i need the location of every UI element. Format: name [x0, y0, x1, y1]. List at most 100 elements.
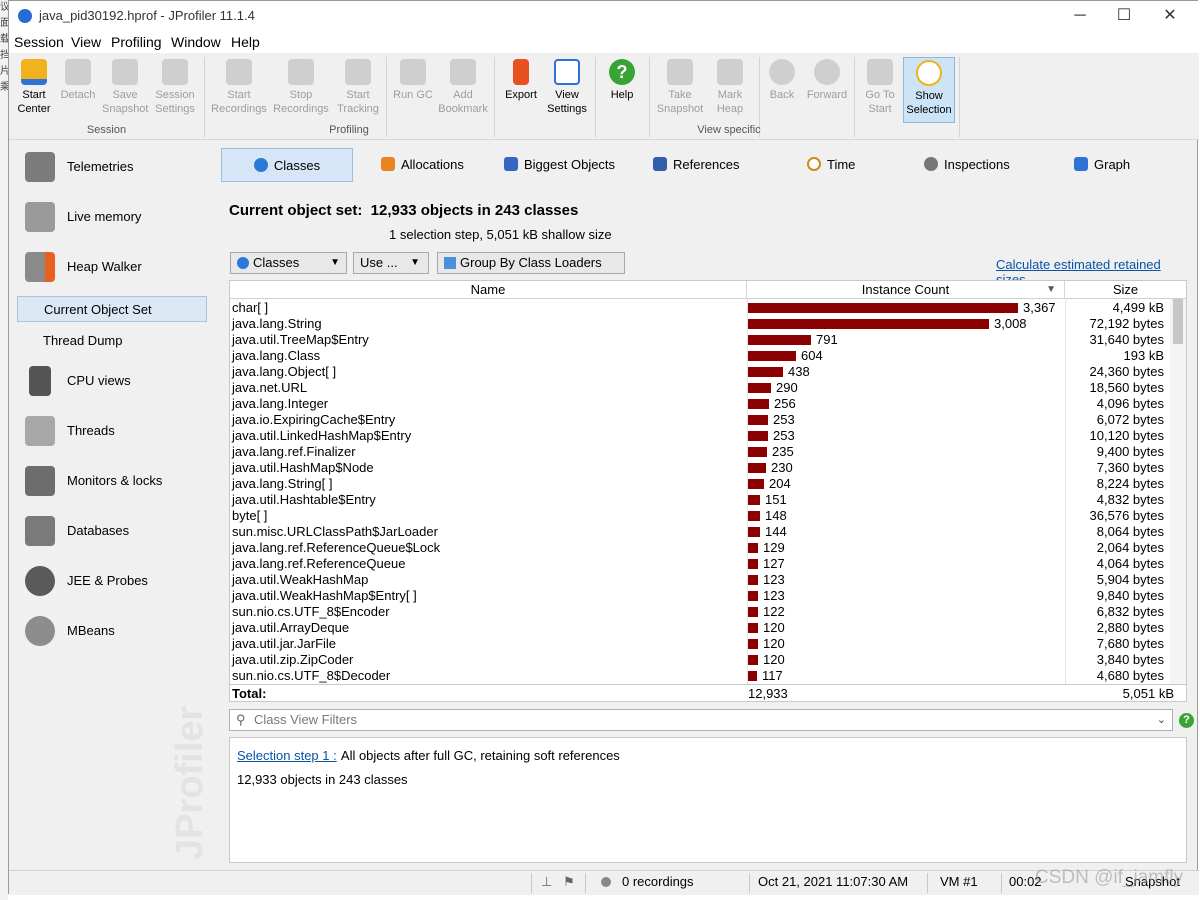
sidebar-item-heap-walker[interactable]: Heap Walker: [17, 246, 213, 290]
toolbar-separator: [854, 57, 855, 137]
sidebar-item-mbeans[interactable]: MBeans: [17, 610, 213, 654]
forward-button[interactable]: Forward: [804, 57, 850, 123]
start-tracking-button[interactable]: Start Tracking: [333, 57, 383, 123]
close-button[interactable]: ✕: [1155, 5, 1185, 27]
table-row[interactable]: java.util.WeakHashMap 123 5,904 bytes: [230, 572, 1186, 588]
table-row[interactable]: java.util.LinkedHashMap$Entry 253 10,120 b…: [230, 428, 1186, 444]
instance-count-cell: 791: [816, 332, 838, 347]
help-icon: ?: [609, 59, 635, 85]
table-row[interactable]: java.lang.String 3,008 72,192 bytes: [230, 316, 1186, 332]
table-row[interactable]: byte[ ] 148 36,576 bytes: [230, 508, 1186, 524]
class-view-filter-input[interactable]: ⚲ Class View Filters ⌄: [229, 709, 1173, 731]
table-row[interactable]: sun.nio.cs.UTF_8$Encoder 122 6,832 bytes: [230, 604, 1186, 620]
session-settings-icon: [162, 59, 188, 85]
class-name-cell: java.io.ExpiringCache$Entry: [232, 412, 396, 427]
tab-classes[interactable]: Classes: [221, 148, 353, 182]
toolbar: Start Center Detach Save Snapshot Session S…: [9, 53, 1199, 140]
sidebar-item-jee-probes[interactable]: JEE & Probes: [17, 560, 213, 604]
group-by-class-loaders-button[interactable]: Group By Class Loaders: [437, 252, 625, 274]
table-scrollbar[interactable]: [1170, 299, 1186, 684]
instance-count-bar: [748, 607, 758, 617]
detach-button[interactable]: Detach: [55, 57, 101, 123]
run-gc-icon: [400, 59, 426, 85]
minimize-button[interactable]: ─: [1065, 5, 1095, 27]
go-to-start-button[interactable]: Go To Start: [857, 57, 903, 123]
start-center-button[interactable]: Start Center: [11, 57, 57, 123]
export-button[interactable]: Export: [498, 57, 544, 123]
menu-help[interactable]: Help: [231, 34, 260, 50]
status-divider: [1001, 873, 1002, 893]
table-row[interactable]: sun.misc.URLClassPath$JarLoader 144 8,064 …: [230, 524, 1186, 540]
menu-profiling[interactable]: Profiling: [111, 34, 162, 50]
use-button[interactable]: Use ... ▼: [353, 252, 429, 274]
tab-time[interactable]: Time: [807, 148, 855, 182]
flag-icon[interactable]: ⚑: [563, 871, 575, 893]
filter-help-icon[interactable]: ?: [1179, 713, 1194, 728]
selection-step-link[interactable]: Selection step 1 :: [237, 748, 337, 763]
pin-icon[interactable]: ⊥: [541, 871, 552, 893]
maximize-button[interactable]: ☐: [1109, 5, 1139, 27]
session-settings-button[interactable]: Session Settings: [152, 57, 198, 123]
table-row[interactable]: java.util.jar.JarFile 120 7,680 bytes: [230, 636, 1186, 652]
save-snapshot-button[interactable]: Save Snapshot: [102, 57, 148, 123]
take-snapshot-button[interactable]: Take Snapshot: [654, 57, 706, 123]
size-cell: 2,880 bytes: [1096, 620, 1164, 635]
classes-dropdown[interactable]: Classes ▼: [230, 252, 347, 274]
column-header-size[interactable]: Size: [1065, 281, 1186, 299]
table-row[interactable]: java.util.TreeMap$Entry 791 31,640 bytes: [230, 332, 1186, 348]
table-row[interactable]: java.util.ArrayDeque 120 2,880 bytes: [230, 620, 1186, 636]
table-row[interactable]: java.lang.Class 604 193 kB: [230, 348, 1186, 364]
menu-session[interactable]: Session: [14, 34, 64, 50]
table-row[interactable]: java.lang.ref.Finalizer 235 9,400 bytes: [230, 444, 1186, 460]
table-row[interactable]: java.lang.Object[ ] 438 24,360 bytes: [230, 364, 1186, 380]
help-button[interactable]: ? Help: [599, 57, 645, 123]
column-header-name[interactable]: Name: [230, 281, 747, 299]
class-name-cell: sun.nio.cs.UTF_8$Encoder: [232, 604, 390, 619]
table-row[interactable]: java.util.HashMap$Node 230 7,360 bytes: [230, 460, 1186, 476]
show-selection-button[interactable]: Show Selection: [903, 57, 955, 123]
table-row[interactable]: java.util.WeakHashMap$Entry[ ] 123 9,840 b…: [230, 588, 1186, 604]
view-settings-button[interactable]: View Settings: [544, 57, 590, 123]
instance-count-cell: 123: [763, 572, 785, 587]
sidebar-item-telemetries[interactable]: Telemetries: [17, 146, 213, 190]
tab-allocations[interactable]: Allocations: [381, 148, 464, 182]
tab-biggest-objects[interactable]: Biggest Objects: [504, 148, 615, 182]
sidebar-item-databases[interactable]: Databases: [17, 510, 213, 554]
menu-window[interactable]: Window: [171, 34, 221, 50]
stop-recordings-button[interactable]: Stop Recordings: [271, 57, 331, 123]
sidebar-subitem-thread-dump[interactable]: Thread Dump: [17, 328, 207, 354]
table-row[interactable]: java.lang.Integer 256 4,096 bytes: [230, 396, 1186, 412]
sidebar-item-threads[interactable]: Threads: [17, 410, 213, 454]
menu-view[interactable]: View: [71, 34, 101, 50]
sidebar-item-live-memory[interactable]: Live memory: [17, 196, 213, 240]
sidebar-item-monitors-locks[interactable]: Monitors & locks: [17, 460, 213, 504]
run-gc-button[interactable]: Run GC: [390, 57, 436, 123]
table-row[interactable]: java.lang.ref.ReferenceQueue$Lock 129 2,06…: [230, 540, 1186, 556]
table-row[interactable]: java.lang.String[ ] 204 8,224 bytes: [230, 476, 1186, 492]
chevron-down-icon[interactable]: ⌄: [1157, 710, 1166, 730]
tab-inspections[interactable]: Inspections: [924, 148, 1010, 182]
sidebar-subitem-current-object-set[interactable]: Current Object Set: [17, 296, 207, 322]
table-row[interactable]: char[ ] 3,367 4,499 kB: [230, 300, 1186, 316]
table-row[interactable]: java.net.URL 290 18,560 bytes: [230, 380, 1186, 396]
mark-heap-button[interactable]: Mark Heap: [707, 57, 753, 123]
start-recordings-button[interactable]: Start Recordings: [209, 57, 269, 123]
tab-graph[interactable]: Graph: [1074, 148, 1130, 182]
table-scrollbar-thumb[interactable]: [1173, 299, 1183, 344]
back-button[interactable]: Back: [759, 57, 805, 123]
size-cell: 8,064 bytes: [1096, 524, 1164, 539]
group-icon: [444, 257, 456, 269]
tab-references[interactable]: References: [653, 148, 739, 182]
table-row[interactable]: java.io.ExpiringCache$Entry 253 6,072 byte…: [230, 412, 1186, 428]
class-name-cell: java.util.Hashtable$Entry: [232, 492, 376, 507]
instance-count-cell: 120: [763, 652, 785, 667]
table-row[interactable]: sun.nio.cs.UTF_8$Decoder 117 4,680 bytes: [230, 668, 1186, 684]
instance-count-cell: 127: [763, 556, 785, 571]
table-row[interactable]: java.lang.ref.ReferenceQueue 127 4,064 byt…: [230, 556, 1186, 572]
table-row[interactable]: java.util.zip.ZipCoder 120 3,840 bytes: [230, 652, 1186, 668]
sidebar-item-cpu-views[interactable]: CPU views: [17, 360, 213, 404]
add-bookmark-button[interactable]: Add Bookmark: [437, 57, 489, 123]
column-header-instance-count[interactable]: Instance Count ▼: [747, 281, 1065, 299]
table-row[interactable]: java.util.Hashtable$Entry 151 4,832 bytes: [230, 492, 1186, 508]
class-name-cell: java.lang.Class: [232, 348, 321, 363]
